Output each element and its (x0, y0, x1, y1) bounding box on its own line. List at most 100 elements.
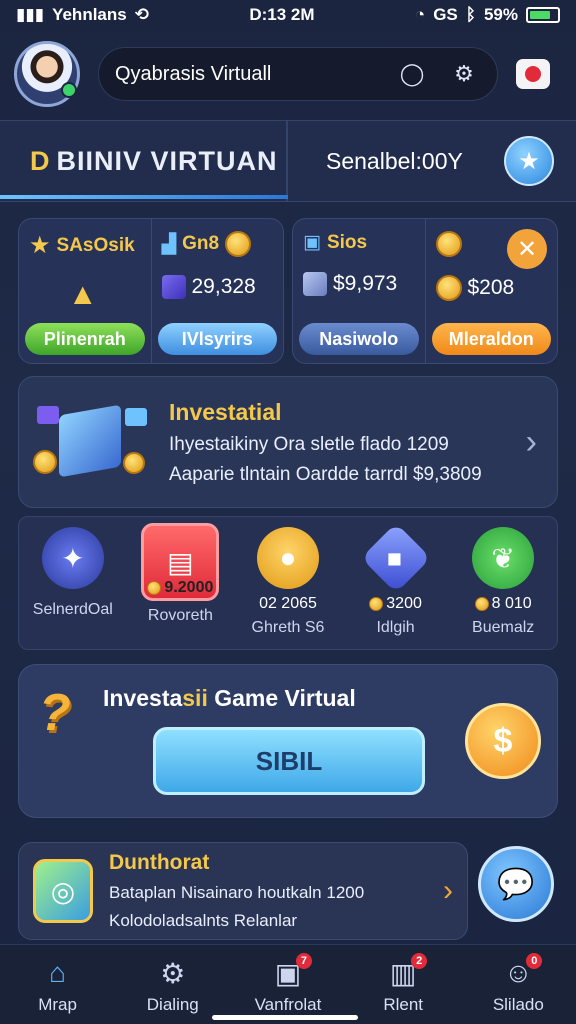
game-name: Buemalz (472, 619, 535, 636)
game-prize: 9.2000 (147, 579, 213, 597)
card-group-right: ▣ Sios $9,973 Nasiwolo ✕ $208 Mleraldon (292, 218, 558, 364)
status-bar: ▮▮▮ Yehnlans ⟲ D:13 2M ◔ GS ᛒ 59% (0, 0, 576, 30)
nav-item-slilado[interactable]: ☺ 0 Slilado (468, 953, 568, 1015)
nav-label: Rlent (383, 995, 423, 1014)
news-card[interactable]: ◎ Dunthorat Bataplan Nisainaro houtkaln … (18, 842, 468, 940)
promo-card[interactable]: Investatial Ihyestaikiny Ora sletle flad… (18, 376, 558, 508)
card-button[interactable]: Mleraldon (431, 323, 551, 355)
stat-card-1[interactable]: ★ SAsOsik ▲ Plinenrah (19, 219, 151, 363)
card-value-row: ▲ (29, 278, 143, 312)
coin-stack-icon: ● (256, 527, 319, 589)
game-name: Idlgih (376, 619, 415, 636)
search-icon: ◎ (33, 859, 93, 923)
stat-card-4[interactable]: ✕ $208 Mleraldon (424, 219, 558, 363)
promo-text: Investatial Ihyestaikiny Ora sletle flad… (157, 399, 526, 486)
flag-icon (37, 406, 59, 424)
bluetooth-icon: ᛒ (465, 5, 476, 24)
nav-label: Mrap (38, 995, 77, 1014)
stat-card-2[interactable]: ▟ Gn8 29,328 IVlsyrirs (150, 219, 284, 363)
games-row: ✦ SelnerdOal ▤ 9.2000 Rovoreth ● 02 2065… (18, 516, 558, 650)
game-prize: 02 2065 (259, 595, 317, 612)
book-icon (161, 275, 186, 299)
stack-icon (303, 272, 327, 296)
nav-item-rlent[interactable]: ▥ 2 Rlent (353, 953, 453, 1015)
carrier-name: Yehnlans (52, 5, 127, 24)
gear-icon[interactable]: ⚙ (447, 57, 481, 91)
shield-icon: ▣ (303, 232, 321, 253)
invest-title-suffix: Game Virtual (207, 685, 356, 711)
invest-card: ? Investasii Game Virtual SIBIL $ (18, 664, 558, 818)
chat-bubble-button[interactable]: 💬 (478, 846, 554, 922)
camera-button[interactable] (516, 59, 550, 89)
card-header: ★ SAsOsik (29, 231, 143, 260)
game-item[interactable]: ◆ 3200 Idlgih (348, 522, 444, 637)
chat-icon[interactable]: ◯ (395, 57, 429, 91)
notification-badge: 0 (526, 953, 543, 969)
banner-right: Senalbel:00Y ★ (288, 121, 576, 201)
globe-icon: ✦ (41, 527, 104, 589)
coin-badge-icon (435, 275, 462, 301)
card-header: ▟ Gn8 (162, 231, 276, 257)
home-icon: ⌂ (49, 957, 67, 988)
dollar-icon[interactable]: $ (465, 703, 541, 779)
card-title: Sios (326, 231, 368, 253)
card-title: Gn8 (182, 233, 220, 254)
home-indicator (212, 1015, 358, 1020)
nav-item-dialing[interactable]: ⚙ Dialing (123, 957, 223, 1015)
banner-right-text: Senalbel:00Y (326, 147, 463, 174)
coin-icon (369, 597, 384, 611)
game-prize: 8 010 (474, 595, 532, 613)
top-banner: D BIINIV VIRTUAN Senalbel:00Y ★ (0, 120, 576, 202)
notification-badge: 2 (411, 953, 428, 969)
news-title: Dunthorat (109, 851, 210, 874)
diamond-icon: ◆ (360, 522, 431, 594)
game-name: SelnerdOal (32, 601, 113, 618)
chevron-right-icon[interactable]: › (526, 423, 537, 462)
promo-illustration (33, 392, 157, 492)
card-button[interactable]: IVlsyrirs (157, 323, 277, 355)
sync-icon: ⟲ (134, 5, 149, 24)
nav-item-map[interactable]: ⌂ Mrap (8, 957, 108, 1015)
promo-line-1: Ihyestaikiny Ora sletle flado 1209 (169, 433, 449, 455)
nav-label: Dialing (146, 995, 199, 1014)
clock: D:13 2M (249, 5, 315, 24)
wifi-icon: ◔ (414, 5, 426, 24)
news-text: Dunthorat Bataplan Nisainaro houtkaln 12… (93, 851, 443, 931)
card-value: $208 (467, 276, 515, 299)
card-button[interactable]: Plinenrah (25, 323, 145, 355)
card-header: ▣ Sios (303, 231, 417, 254)
game-item-selected[interactable]: ▤ 9.2000 Rovoreth (132, 523, 228, 625)
card-value-row: 29,328 (161, 275, 276, 299)
coin-icon (147, 581, 162, 595)
close-icon[interactable]: ✕ (507, 229, 547, 269)
card-value-row: $208 (435, 275, 550, 301)
nav-item-vanfrolat[interactable]: ▣ 7 Vanfrolat (238, 953, 338, 1015)
invest-title-highlight: sii (182, 685, 208, 711)
game-item[interactable]: ✦ SelnerdOal (25, 527, 121, 619)
search-title: Qyabrasis Virtuall (115, 62, 272, 85)
invest-title-prefix: Investa (103, 685, 183, 711)
game-item[interactable]: ❦ 8 010 Buemalz (455, 527, 551, 637)
game-prize: 3200 (369, 595, 422, 613)
bottom-nav: ⌂ Mrap ⚙ Dialing ▣ 7 Vanfrolat ▥ 2 Rlent… (0, 944, 576, 1024)
chevron-right-icon[interactable]: › (443, 874, 453, 908)
favorite-star-button[interactable]: ★ (504, 136, 554, 186)
avatar[interactable] (14, 41, 80, 107)
game-item[interactable]: ● 02 2065 Ghreth S6 (240, 527, 336, 637)
battery-icon (525, 7, 560, 23)
stat-card-3[interactable]: ▣ Sios $9,973 Nasiwolo (293, 219, 425, 363)
banner-prefix: D (30, 145, 51, 176)
online-status-icon (61, 82, 77, 98)
leaf-icon: ❦ (472, 527, 535, 589)
game-name: Rovoreth (147, 607, 213, 624)
card-button[interactable]: Nasiwolo (299, 323, 419, 355)
invest-title: Investasii Game Virtual (103, 685, 356, 712)
card-group-left: ★ SAsOsik ▲ Plinenrah ▟ Gn8 29,328 IVlsy… (18, 218, 284, 364)
news-line-2: Kolodoladsalnts Relanlar (109, 911, 298, 930)
card-value-row: $9,973 (303, 272, 417, 296)
banner-title[interactable]: D BIINIV VIRTUAN (0, 121, 288, 201)
signal-icon: ▮▮▮ (16, 5, 45, 24)
search-bar[interactable]: Qyabrasis Virtuall ◯ ⚙ (98, 47, 498, 101)
invest-start-button[interactable]: SIBIL (153, 727, 425, 795)
battery-percent: 59% (483, 5, 518, 24)
